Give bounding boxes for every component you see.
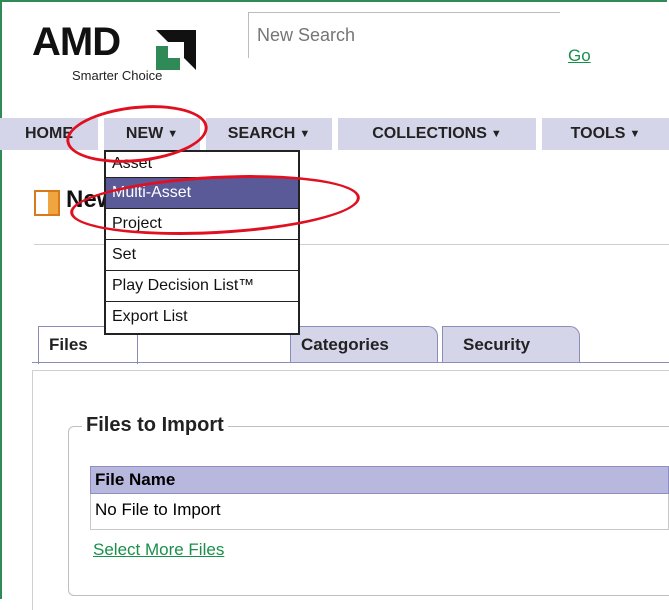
menu-item-asset[interactable]: Asset (106, 152, 298, 178)
menu-item-project[interactable]: Project (106, 209, 298, 240)
tab-categories-label: Categories (301, 335, 389, 354)
main-nav: HOME NEW ▼ SEARCH ▼ COLLECTIONS ▼ TOOLS ▼ (0, 118, 669, 150)
menu-item-multi-asset[interactable]: Multi-Asset (106, 178, 298, 209)
search-input[interactable] (248, 12, 560, 58)
amd-arrow-icon (156, 30, 196, 70)
nav-collections-label: COLLECTIONS (372, 125, 487, 142)
tab-categories[interactable]: Categories (290, 326, 438, 362)
nav-home-label: HOME (25, 125, 73, 142)
nav-tools[interactable]: TOOLS ▼ (542, 118, 669, 150)
file-name-column-header: File Name (90, 466, 669, 494)
nav-new-label: NEW (125, 125, 164, 142)
tab-security-label: Security (463, 335, 531, 354)
go-link[interactable]: Go (568, 46, 591, 66)
logo-tagline: Smarter Choice (72, 68, 163, 83)
tabs-divider (32, 362, 669, 363)
chevron-down-icon: ▼ (299, 128, 311, 140)
select-more-files-link[interactable]: Select More Files (93, 540, 224, 560)
chevron-down-icon: ▼ (490, 128, 502, 140)
tab-security[interactable]: Security (442, 326, 580, 362)
nav-home[interactable]: HOME (0, 118, 98, 150)
multi-asset-icon (34, 190, 60, 216)
nav-new[interactable]: NEW ▼ (104, 118, 200, 150)
nav-search[interactable]: SEARCH ▼ (206, 118, 332, 150)
nav-collections[interactable]: COLLECTIONS ▼ (338, 118, 536, 150)
chevron-down-icon: ▼ (629, 128, 641, 140)
files-legend: Files to Import (82, 414, 228, 437)
nav-tools-label: TOOLS (570, 125, 626, 142)
tab-files-label: Files (49, 335, 88, 354)
table-row: No File to Import (90, 494, 669, 530)
new-dropdown-menu: Asset Multi-Asset Project Set Play Decis… (104, 150, 300, 335)
chevron-down-icon: ▼ (167, 128, 179, 140)
menu-item-play-decision-list[interactable]: Play Decision List™ (106, 271, 298, 302)
menu-item-set[interactable]: Set (106, 240, 298, 271)
amd-logo[interactable]: AMD Smarter Choice (32, 20, 232, 90)
menu-item-export-list[interactable]: Export List (106, 302, 298, 333)
logo-wordmark: AMD (32, 20, 121, 64)
nav-search-label: SEARCH (227, 125, 296, 142)
